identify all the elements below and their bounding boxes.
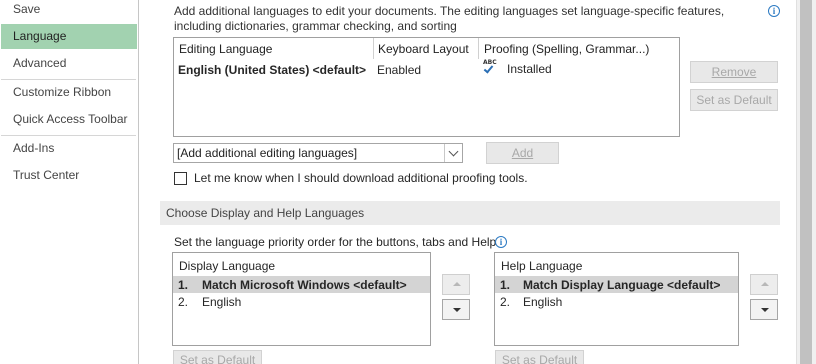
help-item-number: 2. [500, 295, 511, 309]
display-language-item[interactable]: Match Microsoft Windows <default> [202, 278, 407, 292]
help-move-down-button[interactable] [750, 299, 778, 320]
priority-instruction: Set the language priority order for the … [174, 235, 497, 249]
display-set-as-default-button[interactable]: Set as Default [173, 350, 262, 364]
add-language-button[interactable]: Add [486, 142, 559, 164]
info-icon[interactable]: i [768, 5, 780, 17]
help-language-header: Help Language [501, 259, 583, 273]
arrow-up-icon [761, 282, 769, 286]
column-divider [478, 38, 479, 59]
sidebar-item-language[interactable]: Language [1, 24, 137, 49]
add-editing-language-value: [Add additional editing languages] [177, 146, 358, 160]
help-language-item[interactable]: English [523, 295, 562, 309]
help-move-up-button[interactable] [750, 274, 778, 295]
chevron-down-icon [448, 146, 459, 157]
editing-language-name[interactable]: English (United States) <default> [178, 63, 366, 77]
display-move-up-button[interactable] [442, 274, 470, 295]
proofing-tools-checkbox[interactable] [174, 172, 187, 185]
keyboard-layout-status: Enabled [377, 63, 422, 77]
display-item-number: 1. [178, 278, 189, 292]
help-set-as-default-button[interactable]: Set as Default [495, 350, 584, 364]
proofing-status: Installed [507, 62, 552, 76]
editing-languages-list[interactable]: Editing Language Keyboard Layout Proofin… [173, 37, 680, 137]
combo-dropdown-button[interactable] [444, 144, 462, 162]
column-header-proofing[interactable]: Proofing (Spelling, Grammar...) [484, 42, 649, 56]
proofing-tools-checkbox-label[interactable]: Let me know when I should download addit… [194, 171, 528, 185]
column-header-keyboard-layout[interactable]: Keyboard Layout [378, 42, 469, 56]
arrow-down-icon [761, 308, 769, 312]
sidebar-item-customize-ribbon[interactable]: Customize Ribbon [1, 80, 137, 105]
help-item-number: 1. [500, 278, 511, 292]
column-header-editing-language[interactable]: Editing Language [179, 42, 272, 56]
arrow-down-icon [453, 308, 461, 312]
display-item-number: 2. [178, 295, 189, 309]
column-divider [373, 38, 374, 59]
display-help-section-header: Choose Display and Help Languages [160, 201, 780, 225]
scrollbar-thumb[interactable] [800, 0, 812, 364]
sidebar-item-save[interactable]: Save [1, 0, 137, 22]
set-as-default-button[interactable]: Set as Default [690, 89, 778, 111]
arrow-up-icon [453, 282, 461, 286]
abc-check-icon: ABC [483, 59, 499, 77]
sidebar-item-quick-access-toolbar[interactable]: Quick Access Toolbar [1, 107, 137, 132]
add-editing-language-combo[interactable]: [Add additional editing languages] [173, 143, 463, 163]
options-sidebar: Save Language Advanced Customize Ribbon … [0, 0, 139, 364]
help-language-item[interactable]: Match Display Language <default> [523, 278, 720, 292]
sidebar-item-add-ins[interactable]: Add-Ins [1, 136, 137, 161]
remove-button[interactable]: Remove [690, 61, 778, 83]
display-language-item[interactable]: English [202, 295, 241, 309]
info-icon[interactable]: i [495, 236, 507, 248]
sidebar-item-advanced[interactable]: Advanced [1, 51, 137, 76]
display-move-down-button[interactable] [442, 299, 470, 320]
editing-intro-text: Add additional languages to edit your do… [174, 4, 725, 33]
section-title: Choose Display and Help Languages [166, 206, 365, 220]
sidebar-item-trust-center[interactable]: Trust Center [1, 163, 137, 188]
display-language-header: Display Language [179, 259, 276, 273]
